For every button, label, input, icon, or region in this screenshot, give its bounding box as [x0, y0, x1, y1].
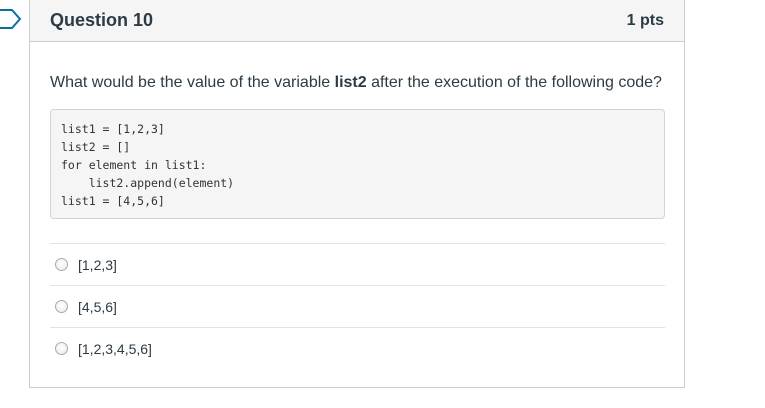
code-line: for element in list1:	[61, 158, 207, 172]
code-block: list1 = [1,2,3] list2 = [] for element i…	[50, 109, 665, 219]
answer-option[interactable]: [4,5,6]	[50, 285, 665, 327]
radio-button[interactable]	[55, 300, 68, 313]
code-line: list1 = [1,2,3]	[61, 122, 165, 136]
question-body: What would be the value of the variable …	[30, 73, 684, 369]
answer-list: [1,2,3] [4,5,6] [1,2,3,4,5,6]	[50, 243, 665, 369]
question-text: What would be the value of the variable …	[50, 73, 664, 93]
question-card: Question 10 1 pts What would be the valu…	[29, 0, 685, 388]
answer-option[interactable]: [1,2,3]	[50, 243, 665, 285]
code-line: list2 = []	[61, 140, 131, 154]
question-text-before: What would be the value of the variable	[50, 74, 335, 91]
question-title: Question 10	[50, 10, 154, 30]
answer-option[interactable]: [1,2,3,4,5,6]	[50, 327, 665, 369]
radio-button[interactable]	[55, 342, 68, 355]
answer-label[interactable]: [1,2,3,4,5,6]	[78, 341, 152, 357]
flag-question-icon[interactable]	[0, 9, 22, 29]
answer-label[interactable]: [4,5,6]	[78, 299, 117, 315]
radio-button[interactable]	[55, 258, 68, 271]
answer-label[interactable]: [1,2,3]	[78, 257, 117, 273]
code-line: list1 = [4,5,6]	[61, 194, 165, 208]
question-text-after: after the execution of the following cod…	[366, 74, 662, 91]
question-points: 1 pts	[626, 11, 664, 29]
question-text-bold: list2	[334, 74, 367, 91]
question-header: Question 10 1 pts	[30, 0, 684, 42]
code-line: list2.append(element)	[61, 176, 235, 190]
